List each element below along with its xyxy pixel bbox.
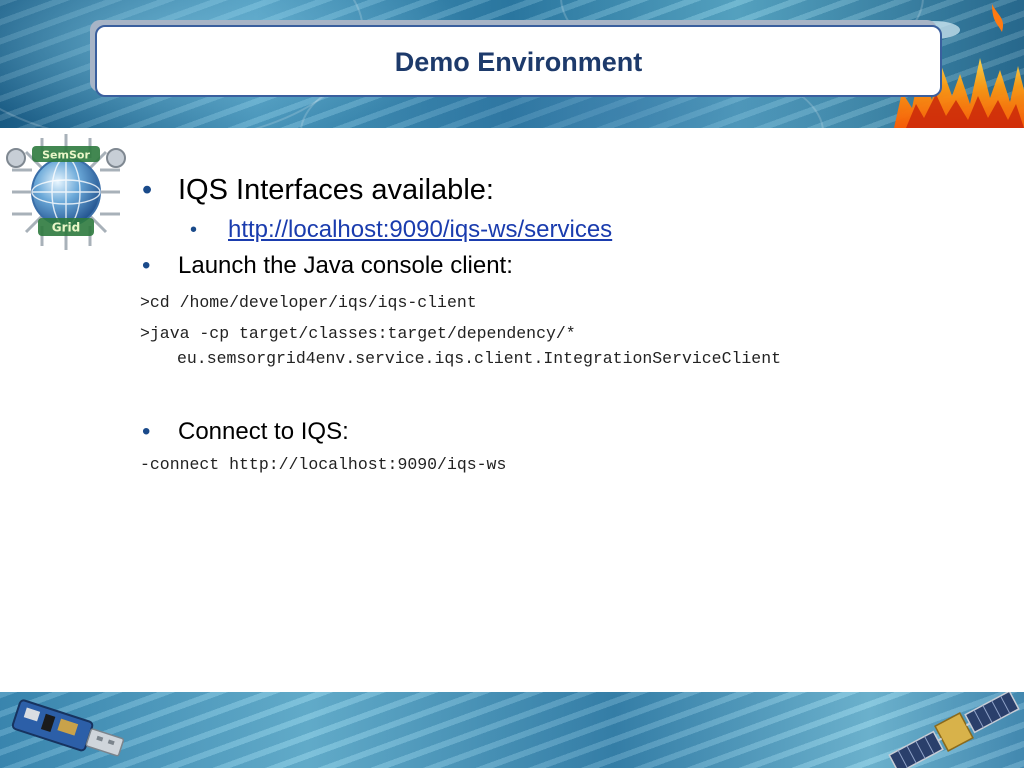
bullet-services-url: • http://localhost:9090/iqs-ws/services bbox=[140, 212, 1000, 248]
code-java-command-line2: eu.semsorgrid4env.service.iqs.client.Int… bbox=[177, 349, 781, 368]
bullet-dot: • bbox=[190, 219, 198, 241]
code-java-command-line1: >java -cp target/classes:target/dependen… bbox=[140, 324, 576, 343]
semsorgrid-globe-logo-icon: SemSor Grid bbox=[6, 134, 126, 250]
logo-text-top: SemSor bbox=[42, 149, 90, 162]
slide-title: Demo Environment bbox=[394, 46, 643, 77]
header-band: Demo Environment bbox=[0, 0, 1024, 128]
bullet-dot: • bbox=[142, 252, 151, 279]
bullet-dot: • bbox=[142, 418, 151, 445]
code-cd-command: >cd /home/developer/iqs/iqs-client bbox=[140, 293, 477, 312]
code-connect-command: -connect http://localhost:9090/iqs-ws bbox=[140, 455, 507, 474]
footer-band bbox=[0, 692, 1024, 768]
bullet-connect-text: Connect to IQS: bbox=[178, 418, 349, 445]
satellite-icon bbox=[888, 692, 1020, 768]
title-box: Demo Environment bbox=[95, 25, 942, 97]
bullet-launch-client: • Launch the Java console client: bbox=[140, 248, 1000, 284]
bullet-connect: • Connect to IQS: bbox=[140, 414, 1000, 450]
bullet-launch-client-text: Launch the Java console client: bbox=[178, 252, 513, 279]
bullet-interfaces: • IQS Interfaces available: bbox=[140, 168, 1000, 212]
bullet-dot: • bbox=[142, 174, 153, 206]
usb-sensor-device-icon bbox=[11, 699, 125, 757]
slide-content: • IQS Interfaces available: • http://loc… bbox=[140, 168, 1000, 477]
bullet-interfaces-text: IQS Interfaces available: bbox=[178, 174, 494, 206]
services-url-link[interactable]: http://localhost:9090/iqs-ws/services bbox=[228, 216, 612, 243]
logo-text-bottom: Grid bbox=[52, 221, 80, 235]
